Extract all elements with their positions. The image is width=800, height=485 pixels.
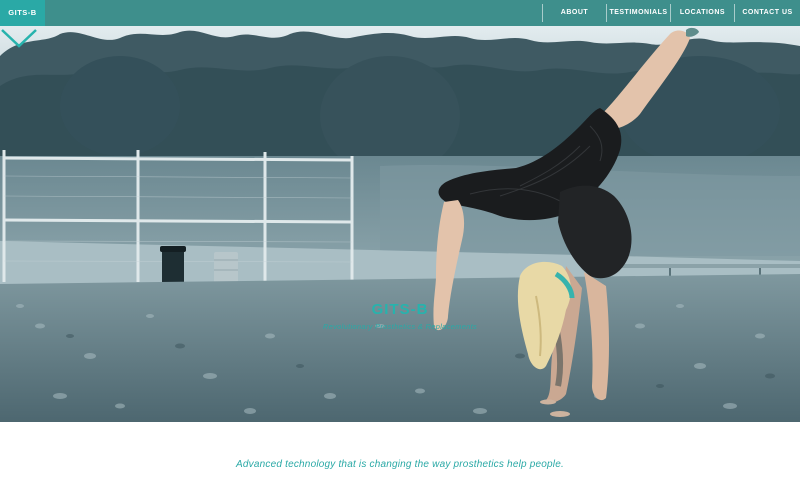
top-navbar: GITS-B ABOUT TESTIMONIALS LOCATIONS CONT…: [0, 0, 800, 26]
main-menu: ABOUT TESTIMONIALS LOCATIONS CONTACT US: [542, 0, 800, 26]
nav-item-about[interactable]: ABOUT: [542, 4, 606, 22]
intro-tagline: Advanced technology that is changing the…: [236, 459, 564, 470]
brand-logo[interactable]: GITS-B: [0, 0, 45, 26]
hero-background-image: [0, 26, 800, 422]
nav-item-testimonials[interactable]: TESTIMONIALS: [606, 4, 670, 22]
hero-title: GITS-B: [371, 301, 429, 318]
chevron-down-icon[interactable]: [0, 26, 38, 50]
nav-item-locations[interactable]: LOCATIONS: [670, 4, 734, 22]
hero-section: GITS-B Revolutionary Prosthetics & Repla…: [0, 26, 800, 422]
hero-subtitle: Revolutionary Prosthetics & Replacements: [322, 322, 478, 331]
nav-item-contact-us[interactable]: CONTACT US: [734, 4, 800, 22]
